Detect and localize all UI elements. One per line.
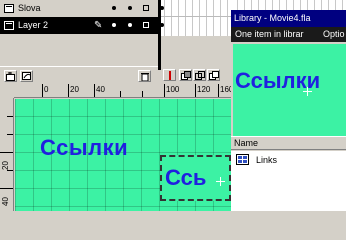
onion-skin-icon [181,71,191,80]
edit-multiple-frames-button[interactable] [207,69,220,81]
registration-point-icon [303,87,312,96]
ruler-label: 20 [1,161,10,170]
ruler-tick [120,91,121,97]
layer-row[interactable]: Slova [0,0,158,17]
library-preview: Ссылки [233,44,346,136]
ruler-label: 100 [166,85,180,94]
frame-grid[interactable] [158,0,231,36]
horizontal-ruler: 0 20 40 100 120 160 [14,84,233,98]
add-guide-layer-button[interactable] [20,70,33,82]
ruler-tick [195,84,196,97]
ruler-tick [0,188,13,189]
frame-grid-extension [231,0,346,10]
onion-skin-button[interactable] [179,69,192,81]
onion-skin-outlines-icon [195,71,205,80]
name-column-label: Name [234,138,259,148]
library-title[interactable]: Library - Movie4.fla [231,10,346,27]
library-item-count: One item in librar [235,29,304,39]
library-item-list: Links [231,151,346,211]
layer-row[interactable]: Layer 2 ✎ [0,17,158,34]
timeline-divider[interactable] [158,0,161,70]
ruler-tick [68,84,69,97]
ruler-tick [94,84,95,97]
ruler-label: 20 [70,85,79,94]
library-item[interactable]: Links [231,153,346,167]
center-frame-button[interactable] [163,69,176,81]
ruler-tick [0,152,13,153]
layer-name: Layer 2 [18,20,49,30]
timeline-panel: Slova Layer 2 ✎ [0,0,231,70]
frame-row[interactable] [158,0,231,17]
ruler-label: 0 [44,85,49,94]
registration-point-icon [216,177,225,186]
ruler-label: 120 [197,85,211,94]
ruler-tick [142,91,143,97]
layer-lock-dot[interactable] [128,6,132,10]
symbol-instance-text: Ссь [165,165,207,190]
layer-visibility-dot[interactable] [112,23,116,27]
ruler-label: 40 [1,197,10,206]
layer-visibility-dot[interactable] [112,6,116,10]
layer-outline-toggle[interactable] [143,22,149,28]
stage-area: 0 20 40 100 120 160 20 40 Ссылки Ссь [0,84,233,211]
library-subbar: One item in librar Optio [231,27,346,42]
center-frame-icon [169,71,171,80]
symbol-instance[interactable]: Ссь [160,155,231,201]
layer-lock-dot[interactable] [128,23,132,27]
onion-skin-outlines-button[interactable] [193,69,206,81]
pencil-icon: ✎ [94,20,103,31]
layer-outline-toggle[interactable] [143,5,149,11]
layer-list: Slova Layer 2 ✎ [0,0,158,36]
ruler-tick [7,170,13,171]
library-options-menu[interactable]: Optio [323,29,345,39]
ruler-tick [7,134,13,135]
ruler-tick [164,84,165,97]
guide-layer-icon [22,72,31,80]
edit-multiple-frames-icon [209,71,219,80]
insert-layer-icon [6,72,15,81]
library-panel: Library - Movie4.fla One item in librar … [231,10,346,211]
delete-layer-button[interactable] [138,70,151,82]
trash-icon [141,73,149,81]
layer-name: Slova [18,3,41,13]
symbol-icon [236,154,249,165]
ruler-tick [42,84,43,97]
layer-icon [4,21,14,30]
layer-controls [0,66,158,84]
ruler-tick [7,116,13,117]
frame-controls [161,66,231,84]
stage-text[interactable]: Ссылки [40,135,128,161]
ruler-label: 40 [96,85,105,94]
ruler-tick [218,84,219,97]
library-column-header[interactable]: Name [231,136,346,150]
layer-icon [4,4,14,13]
library-item-name: Links [256,155,278,165]
stage-canvas[interactable]: Ссылки Ссь [15,99,231,211]
vertical-ruler: 20 40 [0,98,14,211]
frame-row[interactable] [158,17,231,34]
insert-layer-button[interactable] [4,70,17,82]
